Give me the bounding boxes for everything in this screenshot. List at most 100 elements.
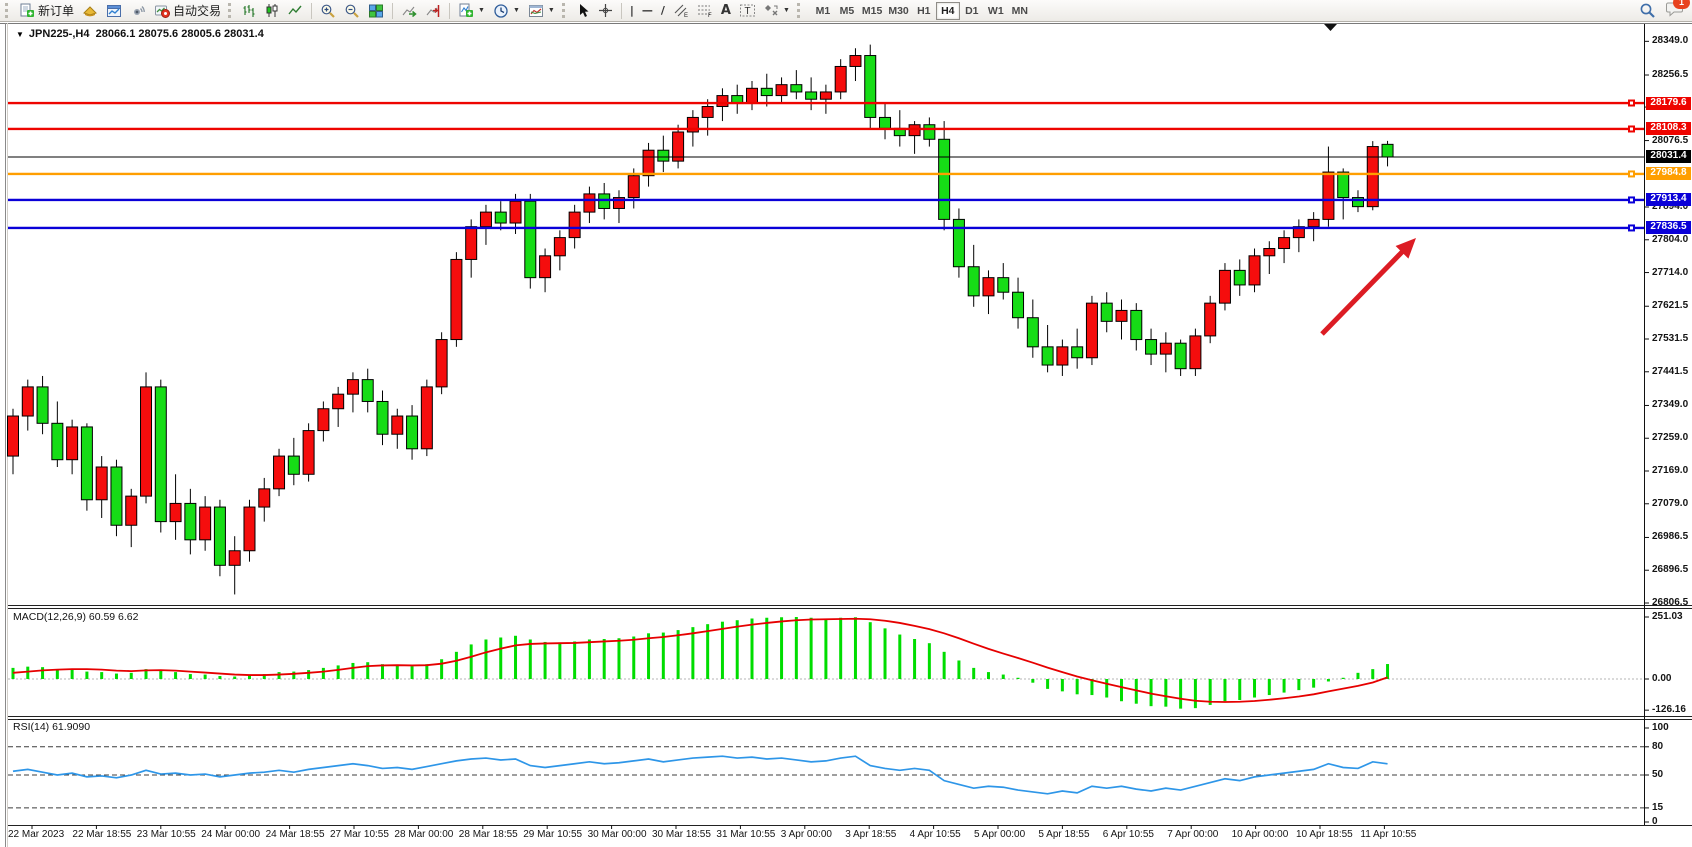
candle-up [333,394,344,409]
timeframe-button-M15[interactable]: M15 [859,2,885,20]
periods-caret-icon: ▼ [513,7,520,14]
periods-button[interactable]: ▼ [489,1,524,21]
candle-down [1338,172,1349,197]
candle-up [8,416,19,456]
zoom-out-button[interactable] [340,1,364,21]
vertical-line-tool-button[interactable]: | [626,1,638,21]
chat-unread-badge: 1 [1673,0,1690,9]
auto-trading-button[interactable]: 自动交易 [150,1,225,21]
candle-up [1367,147,1378,207]
candle-up [200,507,211,540]
candle-down [1131,310,1142,339]
text-label-icon: T [739,3,756,18]
chat-button[interactable]: 1 [1666,0,1684,22]
tile-windows-button[interactable] [364,1,388,21]
candle-down [288,456,299,474]
candle-up [569,212,580,237]
candlestick-chart-icon [265,3,280,18]
candle-up [436,340,447,387]
candle-down [1175,343,1186,368]
candle-up [584,194,595,212]
candle-down [377,401,388,434]
candle-up [451,259,462,339]
new-order-icon [19,3,35,19]
auto-trading-label: 自动交易 [173,2,221,19]
candle-up [850,56,861,67]
tile-windows-icon [368,3,384,19]
trendline-tool-button[interactable]: / [657,1,669,21]
open-chart-button[interactable] [102,1,126,21]
search-button[interactable] [1635,1,1660,21]
timeframe-button-H1[interactable]: H1 [912,2,936,20]
candle-up [244,507,255,551]
new-order-button[interactable]: 新订单 [15,1,78,21]
candle-down [1382,144,1393,157]
auto-scroll-button[interactable] [397,1,421,21]
chart-shift-button[interactable] [421,1,445,21]
marketplace-hat-icon [82,3,98,19]
bar-chart-button[interactable] [238,1,261,21]
indicators-icon [458,3,474,19]
line-chart-button[interactable] [284,1,307,21]
shapes-caret-icon: ▼ [783,7,790,14]
timeframe-button-W1[interactable]: W1 [984,2,1008,20]
candle-down [495,212,506,223]
candle-up [983,278,994,296]
candle-up [259,489,270,507]
toolbar-grip[interactable] [797,3,804,18]
marketplace-button[interactable] [78,1,102,21]
timeframe-button-M5[interactable]: M5 [835,2,859,20]
chart-shift-marker[interactable] [1324,24,1337,31]
channel-tool-button[interactable]: E [669,1,693,21]
fibonacci-icon: F [697,3,713,18]
timeframe-button-M1[interactable]: M1 [811,2,835,20]
timeframe-button-M30[interactable]: M30 [885,2,911,20]
candle-down [525,201,536,277]
candle-up [1205,303,1216,336]
hline-endpoint-handle-center [1630,226,1633,229]
candle-down [865,56,876,118]
candle-up [347,380,358,395]
candle-down [1234,270,1245,285]
toolbar-grip[interactable] [5,3,12,18]
templates-button[interactable]: ▼ [524,1,559,21]
fibonacci-tool-button[interactable]: F [693,1,717,21]
zoom-in-button[interactable] [316,1,340,21]
crosshair-tool-button[interactable] [594,1,617,21]
shapes-icon [764,3,779,18]
candle-down [1027,318,1038,347]
candle-down [968,267,979,296]
hline-endpoint-handle-center [1630,198,1633,201]
candle-down [155,387,166,522]
toolbar-grip[interactable] [562,3,569,18]
arrow-shaft [1322,251,1403,334]
toolbar-grip[interactable] [228,3,235,18]
cursor-tool-button[interactable] [572,1,594,21]
timeframe-button-H4[interactable]: H4 [936,2,960,20]
candle-down [1146,340,1157,355]
timeframe-button-D1[interactable]: D1 [960,2,984,20]
indicators-button[interactable]: ▼ [454,1,489,21]
line-chart-icon [288,3,303,18]
candle-down [1042,347,1053,365]
text-label-tool-button[interactable]: T [735,1,760,21]
text-tool-button[interactable]: A [717,1,735,21]
candle-down [52,423,63,459]
shapes-tool-button[interactable]: ▼ [760,1,794,21]
signals-button[interactable] [126,1,150,21]
candle-down [214,507,225,565]
candle-down [658,150,669,161]
indicators-caret-icon: ▼ [478,7,485,14]
hline-endpoint-handle-center [1630,172,1633,175]
horizontal-line-tool-button[interactable]: — [638,1,657,21]
candle-down [880,117,891,128]
trend-arrow-annotation[interactable] [1322,238,1416,334]
macd-layer [13,617,1388,709]
candle-down [806,92,817,99]
candle-up [909,125,920,136]
candle-down [924,125,935,140]
equidistant-channel-icon: E [673,3,689,18]
timeframe-button-MN[interactable]: MN [1008,2,1032,20]
horizontal-line-icon: — [642,4,653,17]
candlestick-chart-button[interactable] [261,1,284,21]
